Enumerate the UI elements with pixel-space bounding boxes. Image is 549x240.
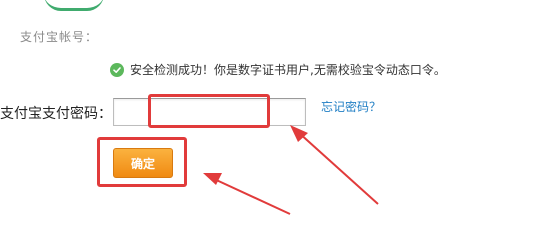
arrow-to-input: [290, 125, 379, 205]
annotation-arrows: [203, 125, 379, 215]
arrow-to-button: [203, 173, 291, 215]
